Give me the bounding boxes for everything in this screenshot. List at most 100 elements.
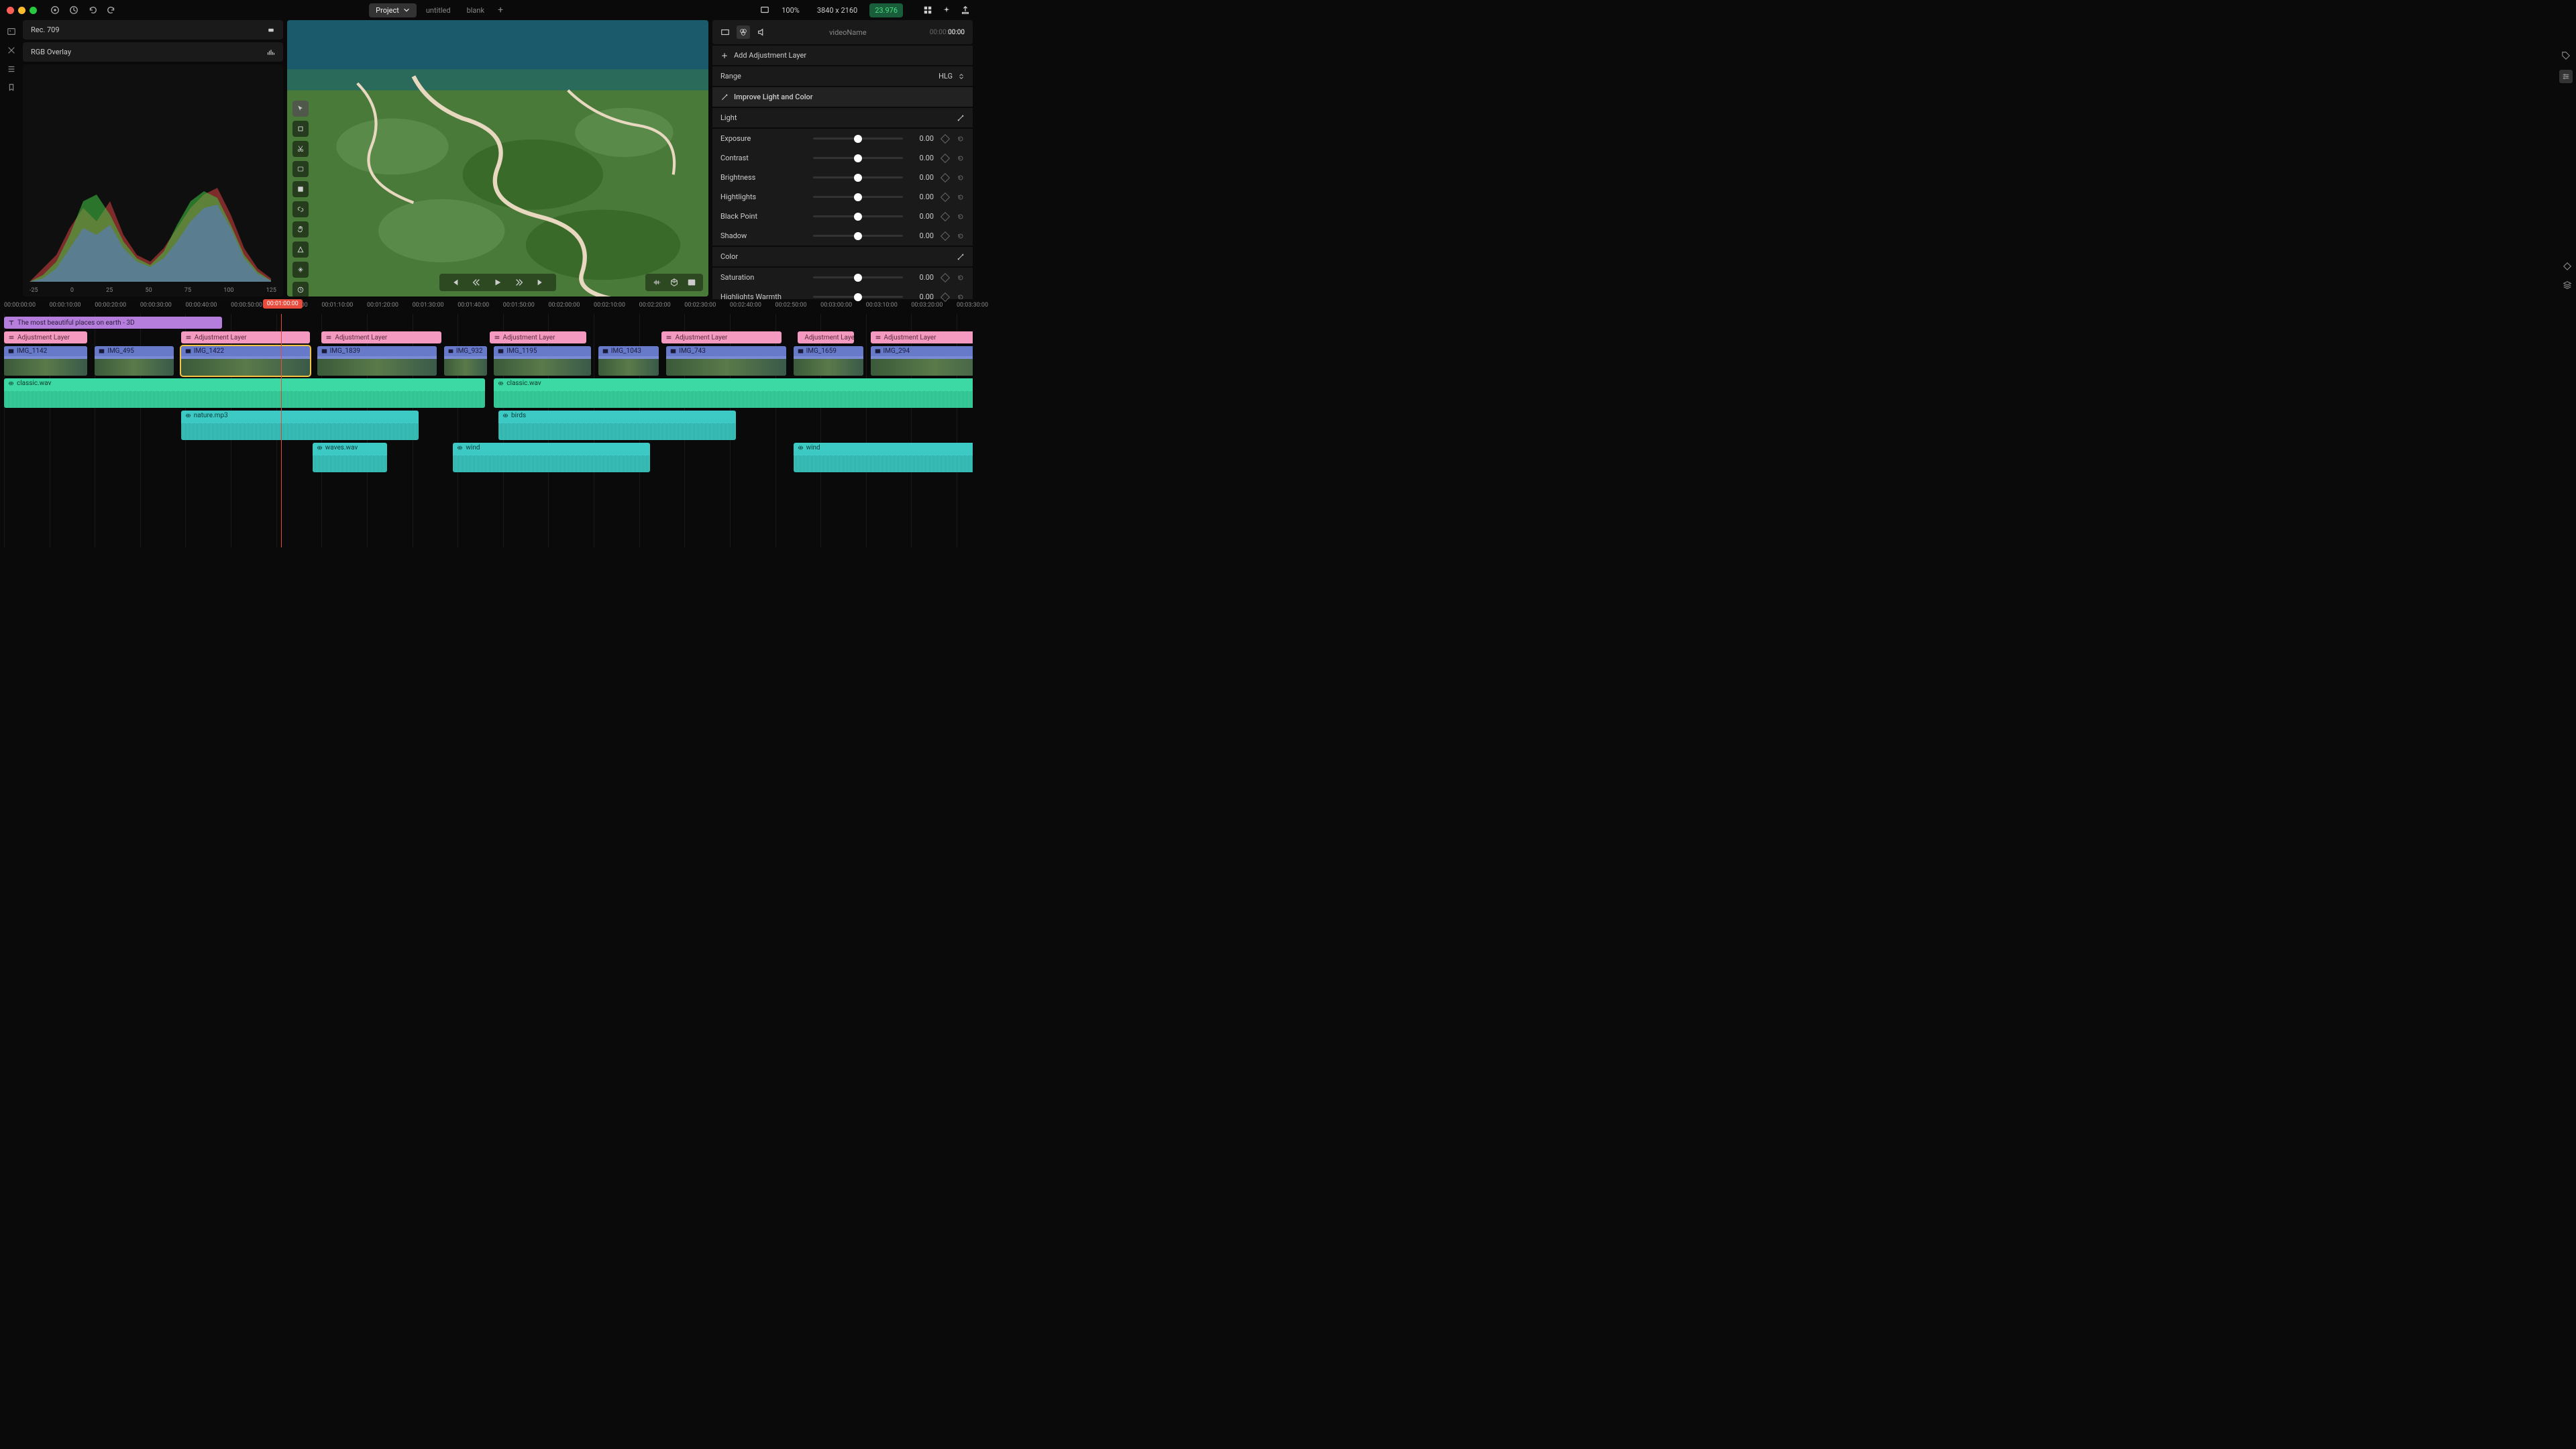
zoom-level[interactable]: 100%	[776, 3, 805, 17]
adjustment-layer-clip[interactable]: Adjustment Layer	[661, 331, 782, 343]
fullscreen-icon[interactable]	[687, 278, 696, 287]
improve-button[interactable]: Improve Light and Color	[712, 87, 973, 107]
goto-start-icon[interactable]	[450, 278, 460, 287]
light-slider[interactable]	[813, 196, 903, 198]
video-clip[interactable]: IMG_932	[444, 346, 487, 376]
keyframe-panel-icon[interactable]	[2563, 262, 2572, 271]
playhead-timecode[interactable]: 00:01:00:00	[263, 299, 303, 309]
color-slider[interactable]	[813, 276, 903, 278]
reset-icon[interactable]	[957, 135, 965, 143]
inspector-tab-audio[interactable]	[757, 28, 766, 37]
video-clip[interactable]: IMG_1422	[181, 346, 310, 376]
video-clip[interactable]: IMG_743	[666, 346, 786, 376]
reset-icon[interactable]	[957, 213, 965, 221]
tab-blank[interactable]: blank	[460, 3, 492, 17]
reset-icon[interactable]	[957, 154, 965, 162]
range-row[interactable]: Range HLG	[712, 66, 973, 86]
light-slider[interactable]	[813, 235, 903, 237]
video-clip[interactable]: IMG_1142	[4, 346, 87, 376]
reset-icon[interactable]	[957, 232, 965, 240]
keyframe-toggle[interactable]	[941, 192, 950, 201]
add-tab-button[interactable]: +	[494, 5, 507, 15]
audio-clip[interactable]: nature.mp3	[181, 411, 419, 440]
keyframe-toggle[interactable]	[941, 231, 950, 240]
grid-view-icon[interactable]	[923, 5, 932, 15]
next-frame-icon[interactable]	[515, 278, 524, 287]
undo-icon[interactable]	[88, 5, 97, 15]
video-clip[interactable]: IMG_1043	[598, 346, 659, 376]
cube-icon[interactable]	[669, 278, 679, 287]
prev-frame-icon[interactable]	[472, 278, 481, 287]
fx-icon[interactable]	[7, 46, 16, 55]
clock-tool[interactable]	[292, 282, 309, 297]
project-dropdown[interactable]: Project	[369, 3, 417, 17]
playhead[interactable]	[281, 314, 282, 547]
list-icon[interactable]	[7, 64, 16, 74]
add-adjustment-layer-button[interactable]: Add Adjustment Layer	[712, 46, 973, 65]
hand-tool[interactable]	[292, 221, 309, 237]
cut-tool[interactable]	[292, 141, 309, 157]
video-clip[interactable]: IMG_1839	[317, 346, 437, 376]
light-slider[interactable]	[813, 157, 903, 159]
media-icon[interactable]	[7, 27, 16, 36]
light-slider[interactable]	[813, 176, 903, 178]
redo-icon[interactable]	[107, 5, 116, 15]
sliders-icon[interactable]	[2559, 70, 2573, 83]
scope-colorspace-row[interactable]: Rec. 709	[23, 20, 283, 40]
audio-clip[interactable]: wind	[453, 443, 650, 472]
audio-waveform-icon[interactable]	[652, 278, 661, 287]
reset-icon[interactable]	[957, 193, 965, 201]
timeline-ruler[interactable]: 00:01:00:0000:00:00:0000:00:10:0000:00:2…	[4, 299, 973, 314]
audio-clip[interactable]: wind	[794, 443, 973, 472]
keyframe-toggle[interactable]	[941, 133, 950, 143]
tag-icon[interactable]	[2561, 51, 2571, 60]
pointer-tool[interactable]	[292, 101, 309, 117]
play-icon[interactable]	[493, 278, 502, 287]
text-tool[interactable]	[292, 161, 309, 177]
color-slider[interactable]	[813, 296, 903, 298]
auto-icon[interactable]	[957, 114, 965, 122]
audio-clip[interactable]: birds	[498, 411, 736, 440]
reset-icon[interactable]	[957, 274, 965, 282]
transform-tool[interactable]	[292, 262, 309, 278]
crop-tool[interactable]	[292, 121, 309, 137]
export-icon[interactable]	[961, 5, 970, 15]
maximize-window[interactable]	[30, 7, 37, 14]
close-window[interactable]	[7, 7, 14, 14]
minimize-window[interactable]	[18, 7, 25, 14]
tab-untitled[interactable]: untitled	[419, 3, 458, 17]
scope-mode-row[interactable]: RGB Overlay	[23, 42, 283, 62]
title-clip[interactable]: The most beautiful places on earth - 3D	[4, 317, 222, 329]
adjustment-layer-clip[interactable]: Adjustment Layer	[321, 331, 441, 343]
link-tool[interactable]	[292, 201, 309, 217]
layers-icon[interactable]	[2563, 280, 2572, 290]
reset-icon[interactable]	[957, 174, 965, 182]
auto-icon[interactable]	[957, 253, 965, 261]
display-icon[interactable]	[760, 5, 769, 15]
keyframe-toggle[interactable]	[941, 211, 950, 221]
light-slider[interactable]	[813, 138, 903, 140]
adjustment-layer-clip[interactable]: Adjustment Layer	[181, 331, 310, 343]
adjustment-layer-clip[interactable]: Adjustment Layer	[798, 331, 854, 343]
keyframe-toggle[interactable]	[941, 172, 950, 182]
mask-tool[interactable]	[292, 181, 309, 197]
video-clip[interactable]: IMG_294	[871, 346, 973, 376]
audio-clip[interactable]: classic.wav	[4, 378, 485, 408]
video-clip[interactable]: IMG_495	[95, 346, 174, 376]
adjustment-layer-clip[interactable]: Adjustment Layer	[871, 331, 973, 343]
marker-icon[interactable]	[7, 83, 16, 93]
history-icon[interactable]	[69, 5, 78, 15]
light-slider[interactable]	[813, 215, 903, 217]
audio-clip[interactable]: waves.wav	[313, 443, 387, 472]
inspector-tab-video[interactable]	[720, 28, 730, 37]
video-clip[interactable]: IMG_1659	[794, 346, 863, 376]
shape-tool[interactable]	[292, 241, 309, 258]
sparkle-icon[interactable]	[942, 5, 951, 15]
goto-end-icon[interactable]	[536, 278, 545, 287]
keyframe-toggle[interactable]	[941, 153, 950, 162]
keyframe-toggle[interactable]	[941, 272, 950, 282]
adjustment-layer-clip[interactable]: Adjustment Layer	[4, 331, 87, 343]
record-icon[interactable]	[50, 5, 60, 15]
audio-clip[interactable]: classic.wav	[494, 378, 973, 408]
adjustment-layer-clip[interactable]: Adjustment Layer	[490, 331, 587, 343]
